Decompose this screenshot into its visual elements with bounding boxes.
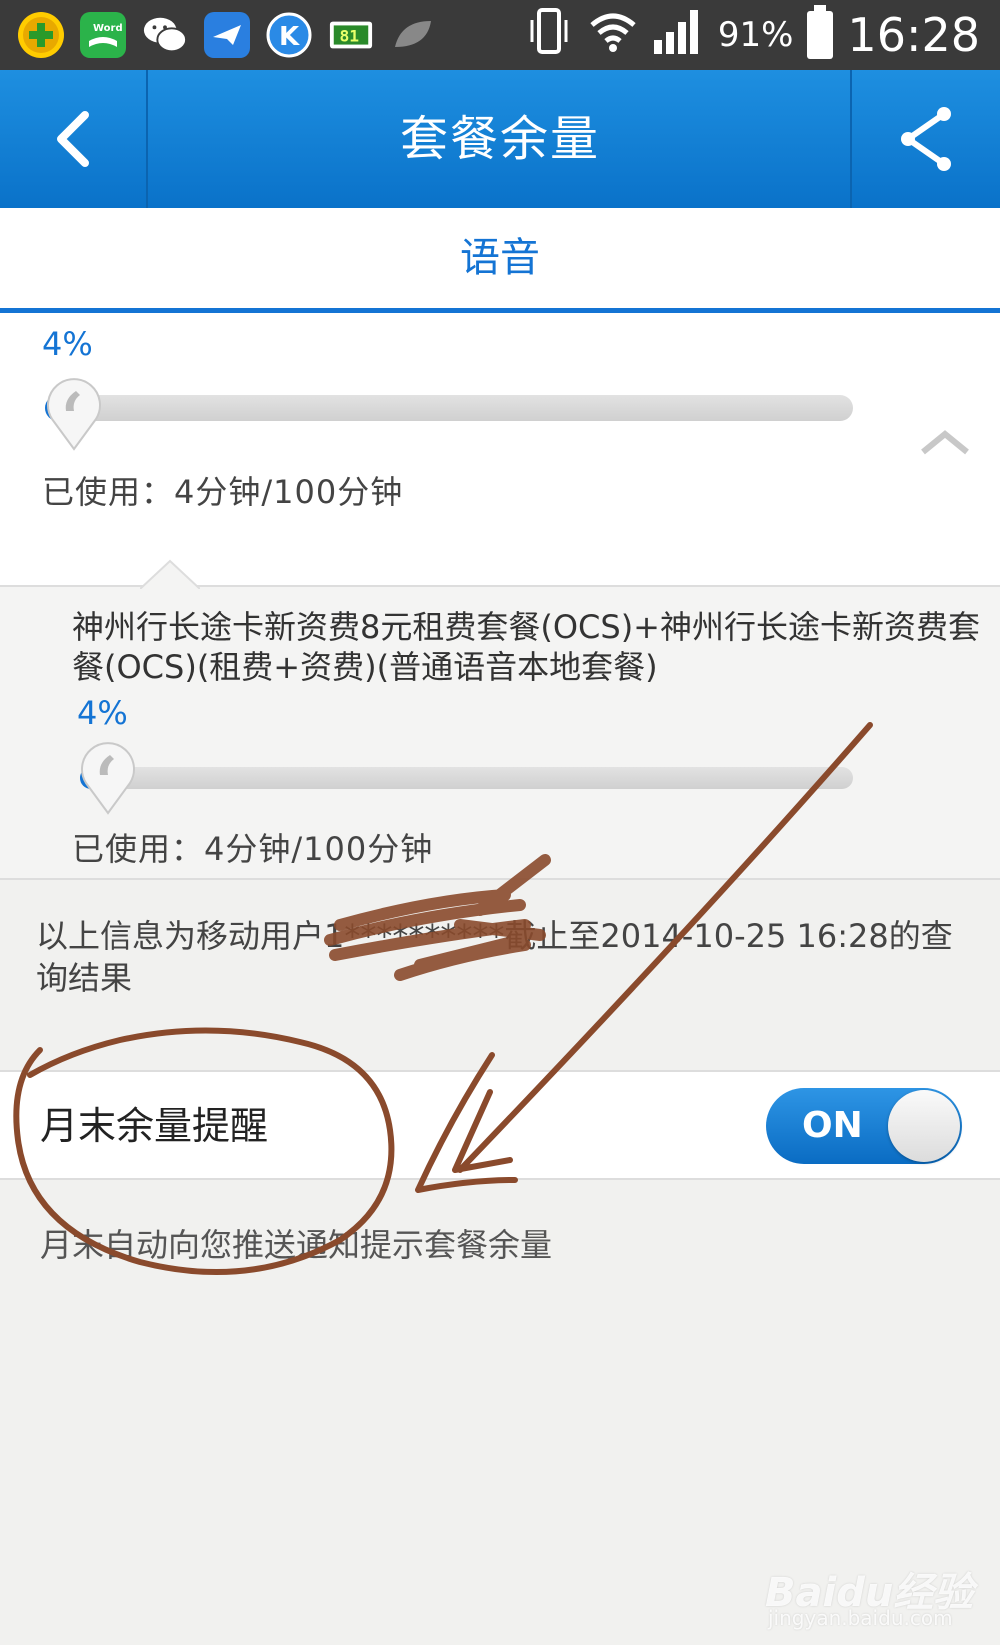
- share-button[interactable]: [850, 70, 1000, 208]
- plan-detail: 神州行长途卡新资费8元租费套餐(OCS)+神州行长途卡新资费套餐(OCS)(租费…: [0, 559, 1000, 880]
- plan-usage-percent: 4%: [77, 694, 128, 732]
- tab-voice[interactable]: 语音: [0, 208, 1000, 308]
- collapse-chevron-icon[interactable]: [915, 428, 975, 458]
- app-header: 套餐余量: [0, 70, 1000, 208]
- bird-app-icon: [204, 12, 250, 58]
- battery-icon: [807, 5, 834, 59]
- system-tray: 91% 16:28: [524, 0, 980, 70]
- tab-bar: 语音: [0, 208, 1000, 313]
- detail-pointer: [140, 559, 200, 589]
- word-app-icon: Word: [80, 12, 126, 58]
- chevron-left-icon: [57, 111, 89, 167]
- page-title: 套餐余量: [399, 111, 600, 167]
- status-bar: Word K 81 91% 16:28: [0, 0, 1000, 70]
- usage-progress-bar: [45, 395, 853, 421]
- usage-summary[interactable]: 4% 已使用：4分钟/100分钟: [0, 313, 1000, 585]
- share-icon: [901, 107, 951, 171]
- query-info-text: 以上信息为移动用户1**********截止至2014-10-25 16:28的…: [36, 917, 953, 997]
- back-button[interactable]: [0, 70, 148, 208]
- battery-percent: 91%: [717, 15, 794, 55]
- plan-progress-bar: [80, 767, 853, 789]
- reminder-row: 月末余量提醒 ON: [0, 1070, 1000, 1180]
- reminder-toggle[interactable]: ON: [766, 1088, 962, 1164]
- signal-icon: [652, 6, 704, 65]
- plan-used-label: 已使用：4分钟/100分钟: [72, 830, 434, 868]
- toggle-knob: [888, 1090, 960, 1162]
- wechat-icon: [142, 12, 188, 58]
- svg-text:Word: Word: [93, 23, 123, 34]
- svg-text:81: 81: [340, 27, 360, 46]
- wifi-icon: [588, 9, 638, 62]
- phone-marker-icon: [47, 378, 101, 451]
- plan-name: 神州行长途卡新资费8元租费套餐(OCS)+神州行长途卡新资费套餐(OCS)(租费…: [72, 608, 980, 686]
- k-app-icon: K: [266, 12, 312, 58]
- 360-security-icon: [18, 12, 64, 58]
- usage-used-label: 已使用：4分钟/100分钟: [42, 473, 404, 511]
- clock: 16:28: [847, 8, 980, 62]
- baidu-watermark-url: jingyan.baidu.com: [768, 1606, 953, 1630]
- toggle-state-label: ON: [802, 1105, 863, 1146]
- reminder-description: 月末自动向您推送通知提示套餐余量: [40, 1226, 553, 1264]
- plan-phone-marker-icon: [81, 742, 135, 815]
- digit-app-icon: 81: [328, 12, 374, 58]
- leaf-icon: [390, 12, 436, 58]
- usage-percent: 4%: [42, 325, 93, 363]
- reminder-label: 月末余量提醒: [40, 1104, 269, 1148]
- svg-text:K: K: [279, 22, 300, 52]
- vibrate-icon: [524, 6, 574, 65]
